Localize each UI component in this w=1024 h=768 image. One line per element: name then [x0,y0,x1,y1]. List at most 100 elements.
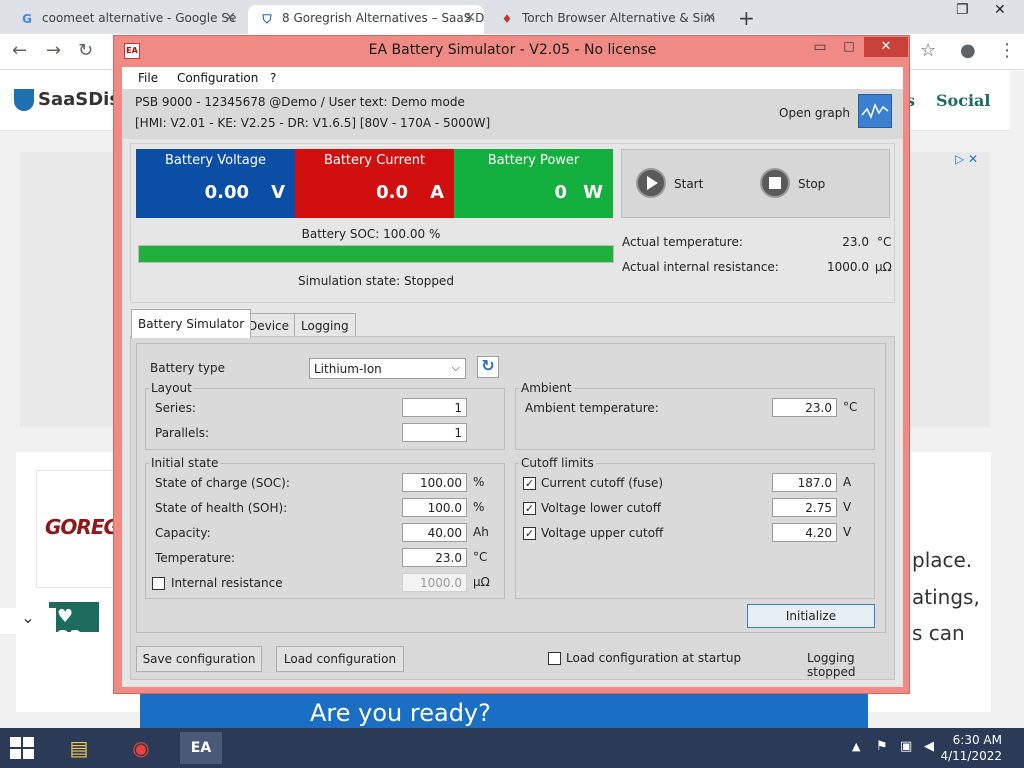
tab-logging[interactable]: Logging [294,313,356,338]
capacity-input[interactable]: 40.00 [402,523,467,542]
initialize-button[interactable]: Initialize [747,604,875,628]
actual-temperature-value: 23.0 [842,235,869,249]
close-icon[interactable]: ✕ [864,37,908,57]
current-cutoff-unit: A [843,475,852,489]
bookmark-star-icon[interactable]: ☆ [920,40,936,61]
capacity-unit: Ah [473,525,489,539]
open-graph-label: Open graph [779,106,850,120]
current-cutoff-input[interactable]: 187.0 [772,473,837,492]
site-nav-social[interactable]: Social [936,91,991,110]
browser-tab-goregrish[interactable]: ⛉ 8 Goregrish Alternatives – SaaS D ✕ [248,5,484,34]
actual-resistance-value: 1000.0 [827,260,869,274]
parallels-input[interactable]: 1 [402,423,467,442]
ambient-temperature-input[interactable]: 23.0 [772,398,837,417]
series-input[interactable]: 1 [402,398,467,417]
simulation-state: Simulation state: Stopped [298,274,454,288]
device-info-line2: [HMI: V2.01 - KE: V2.25 - DR: V1.6.5] [8… [135,116,491,130]
soh-input-label: State of health (SOH): [155,501,288,515]
windows-start-icon[interactable] [10,737,34,759]
browser-tab-google[interactable]: G coomeet alternative - Google Se ✕ [8,5,244,34]
load-at-startup-label: Load configuration at startup [566,651,742,665]
voltage-upper-cutoff-input[interactable]: 4.20 [772,523,837,542]
device-info-line1: PSB 9000 - 12345678 @Demo / User text: D… [135,95,465,109]
actual-temperature-unit: °C [877,235,892,249]
page-scrollbar[interactable] [1010,71,1024,733]
ea-battery-simulator-taskbar-icon[interactable]: EA [180,732,222,764]
battery-type-select[interactable]: Lithium-Ion ⌵ [309,358,466,379]
bottom-ad-banner[interactable]: Are you ready? [140,691,868,733]
battery-simulator-window: EA EA Battery Simulator - V2.05 - No lic… [113,35,910,694]
voltage-lower-cutoff-input[interactable]: 2.75 [772,498,837,517]
internal-resistance-checkbox[interactable] [152,577,165,590]
soc-input-label: State of charge (SOC): [155,476,290,490]
browser-tab-label: coomeet alternative - Google Se [42,11,237,25]
settings-panel: Battery type Lithium-Ion ⌵ ↻ Layout Seri… [136,343,886,633]
menu-help[interactable]: ? [270,71,276,85]
play-icon [647,176,658,190]
browser-menu-icon[interactable]: ⋮ [998,40,1016,61]
temperature-input[interactable]: 23.0 [402,548,467,567]
current-cutoff-checkbox[interactable]: ✓ [523,477,536,490]
restore-window-icon[interactable]: ❐ [956,2,969,18]
reload-icon[interactable]: ↻ [78,40,93,61]
volume-muted-icon[interactable]: ◀ [924,739,934,754]
network-icon[interactable]: ▣ [900,739,912,754]
browser-tab-label: Torch Browser Alternative & Sim [522,11,716,25]
profile-icon[interactable]: ● [960,40,976,61]
battery-current-tile: Battery Current 0.0 A [295,149,454,218]
forward-icon[interactable]: → [46,40,61,61]
start-button[interactable] [636,168,666,198]
load-configuration-button[interactable]: Load configuration [276,646,404,672]
tile-unit: W [583,182,603,203]
tray-expand-icon[interactable]: ▲ [852,740,860,753]
tab-close-icon[interactable]: ✕ [224,10,236,26]
voltage-upper-cutoff-unit: V [843,525,852,539]
likes-badge[interactable]: ♥ 22 [49,602,99,648]
browser-tab-torch[interactable]: ♦ Torch Browser Alternative & Sim ✕ [488,5,724,34]
load-at-startup-checkbox[interactable] [548,652,561,665]
layout-group-title: Layout [149,381,194,395]
voltage-lower-cutoff-checkbox[interactable]: ✓ [523,502,536,515]
internal-resistance-input[interactable]: 1000.0 [402,573,467,592]
action-center-flag-icon[interactable]: ⚑ [876,739,888,754]
current-cutoff-label: Current cutoff (fuse) [541,476,664,490]
stop-button[interactable] [760,168,790,198]
ambient-temperature-unit: °C [843,400,858,414]
refresh-button[interactable]: ↻ [477,356,499,378]
chevron-down-icon[interactable]: ⌄ [0,608,56,634]
ambient-group-title: Ambient [519,381,574,395]
open-graph-button[interactable] [858,94,892,128]
menu-file[interactable]: File [138,71,158,85]
maximize-icon[interactable]: □ [836,39,862,57]
app-client-area: File Configuration ? PSB 9000 - 12345678… [122,67,903,687]
back-icon[interactable]: ← [12,40,27,61]
graph-icon [861,103,889,119]
tab-close-icon[interactable]: ✕ [704,10,716,26]
cutoff-limits-group-title: Cutoff limits [519,456,596,470]
save-configuration-button[interactable]: Save configuration [136,646,262,672]
browser-close-icon[interactable]: ✕ [994,2,1006,18]
voltage-upper-cutoff-checkbox[interactable]: ✓ [523,527,536,540]
minimize-icon[interactable]: ▭ [807,39,833,57]
file-explorer-icon[interactable]: ▤ [58,732,100,764]
tile-label: Battery Voltage [164,153,266,168]
chrome-icon[interactable]: ◉ [120,732,162,764]
menu-configuration[interactable]: Configuration [177,71,258,85]
battery-simulator-tab-panel: Battery type Lithium-Ion ⌵ ↻ Layout Seri… [130,336,895,680]
ad-choices-icon[interactable]: ▷ ✕ [955,152,978,166]
clock-date[interactable]: 4/11/2022 [940,749,1002,763]
clock-time[interactable]: 6:30 AM [953,733,1002,747]
voltage-upper-cutoff-label: Voltage upper cutoff [541,526,664,540]
tab-close-icon[interactable]: ✕ [464,10,476,26]
actual-resistance-unit: µΩ [875,260,892,274]
parallels-label: Parallels: [155,426,210,440]
initial-state-group-title: Initial state [149,456,221,470]
soh-input[interactable]: 100.0 [402,498,467,517]
tab-battery-simulator[interactable]: Battery Simulator [131,309,252,338]
soc-input[interactable]: 100.00 [402,473,467,492]
start-stop-box: Start Stop [621,149,890,218]
new-tab-button[interactable]: + [738,6,755,30]
battery-voltage-tile: Battery Voltage 0.00 V [136,149,295,218]
internal-resistance-unit: µΩ [473,575,490,589]
tile-unit: V [271,182,285,203]
